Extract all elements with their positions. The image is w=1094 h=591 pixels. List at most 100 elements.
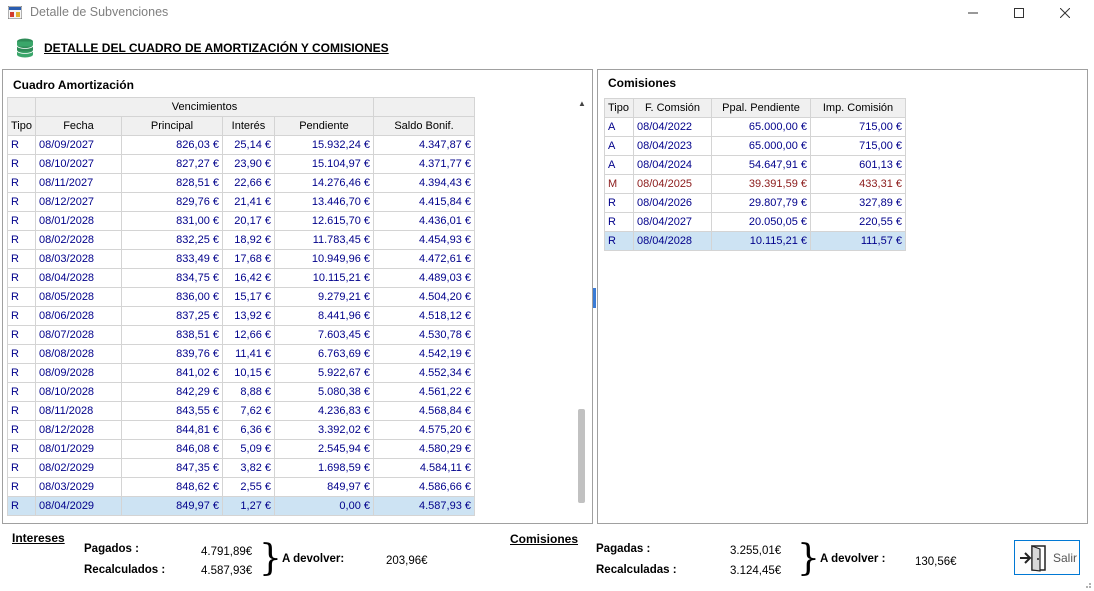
table-cell: 4.575,20 € xyxy=(373,420,475,440)
table-cell: 08/04/2022 xyxy=(633,117,712,137)
table-row[interactable]: R 08/01/2029 846,08 €5,09 €2.545,94 €4.580… xyxy=(7,439,475,459)
comisiones-title: Comisiones xyxy=(608,76,677,90)
table-cell: 1.698,59 € xyxy=(274,458,374,478)
table-cell: 54.647,91 € xyxy=(711,155,811,175)
table-cell: 827,27 € xyxy=(121,154,223,174)
table-row[interactable]: R 08/11/2027 828,51 €22,66 €14.276,46 €4.3… xyxy=(7,173,475,193)
minimize-button[interactable] xyxy=(950,0,996,26)
table-cell: 0,00 € xyxy=(274,496,374,516)
table-row[interactable]: R 08/10/2028 842,29 €8,88 €5.080,38 €4.561… xyxy=(7,382,475,402)
table-cell: 4.552,34 € xyxy=(373,363,475,383)
table-cell: 08/08/2028 xyxy=(35,344,122,364)
table-cell: 18,92 € xyxy=(222,230,275,250)
table-row[interactable]: R 08/09/2027 826,03 €25,14 €15.932,24 €4.3… xyxy=(7,135,475,155)
scroll-up-arrow-icon[interactable]: ▲ xyxy=(576,98,588,110)
column-header-inter-s[interactable]: Interés xyxy=(222,116,275,136)
table-cell: 4.472,61 € xyxy=(373,249,475,269)
column-header-imp-comisi-n[interactable]: Imp. Comisión xyxy=(810,98,906,118)
table-row[interactable]: R 08/11/2028 843,55 €7,62 €4.236,83 €4.568… xyxy=(7,401,475,421)
table-cell: R xyxy=(7,363,36,383)
table-cell: R xyxy=(7,401,36,421)
comisiones-devolver-label: A devolver : xyxy=(820,553,886,565)
column-header-tipo[interactable]: Tipo xyxy=(7,116,36,136)
table-cell: 4.347,87 € xyxy=(373,135,475,155)
table-cell: 848,62 € xyxy=(121,477,223,497)
column-header-saldo-bonif[interactable]: Saldo Bonif. xyxy=(373,116,475,136)
table-cell: 433,31 € xyxy=(810,174,906,194)
close-button[interactable] xyxy=(1042,0,1088,26)
column-header-principal[interactable]: Principal xyxy=(121,116,223,136)
table-cell: 846,08 € xyxy=(121,439,223,459)
table-row[interactable]: R 08/03/2029 848,62 €2,55 €849,97 €4.586,6… xyxy=(7,477,475,497)
table-cell: 08/10/2028 xyxy=(35,382,122,402)
column-header-f-comsi-n[interactable]: F. Comsión xyxy=(633,98,712,118)
table-cell: 4.415,84 € xyxy=(373,192,475,212)
table-cell: R xyxy=(604,231,634,251)
column-header-pendiente[interactable]: Pendiente xyxy=(274,116,374,136)
table-cell: 4.436,01 € xyxy=(373,211,475,231)
table-row[interactable]: M 08/04/2025 39.391,59 €433,31 € xyxy=(604,174,906,194)
app-icon xyxy=(8,6,22,19)
table-row[interactable]: R 08/04/2026 29.807,79 €327,89 € xyxy=(604,193,906,213)
table-cell: R xyxy=(7,420,36,440)
table-cell: 08/10/2027 xyxy=(35,154,122,174)
table-cell: 08/12/2027 xyxy=(35,192,122,212)
amortization-title: Cuadro Amortización xyxy=(13,78,134,92)
table-row[interactable]: R 08/02/2029 847,35 €3,82 €1.698,59 €4.584… xyxy=(7,458,475,478)
table-cell: 20,17 € xyxy=(222,211,275,231)
table-cell: 6.763,69 € xyxy=(274,344,374,364)
table-cell: 7,62 € xyxy=(222,401,275,421)
table-cell: 4.489,03 € xyxy=(373,268,475,288)
table-cell: 08/09/2028 xyxy=(35,363,122,383)
table-cell: 829,76 € xyxy=(121,192,223,212)
table-row[interactable]: R 08/02/2028 832,25 €18,92 €11.783,45 €4.4… xyxy=(7,230,475,250)
table-cell: 15.104,97 € xyxy=(274,154,374,174)
table-row[interactable]: R 08/08/2028 839,76 €11,41 €6.763,69 €4.54… xyxy=(7,344,475,364)
table-cell: 14.276,46 € xyxy=(274,173,374,193)
column-header-ppal-pendiente[interactable]: Ppal. Pendiente xyxy=(711,98,811,118)
table-cell: R xyxy=(7,382,36,402)
table-row[interactable]: R 08/06/2028 837,25 €13,92 €8.441,96 €4.51… xyxy=(7,306,475,326)
resize-grip-icon[interactable] xyxy=(1082,579,1092,589)
column-header-tipo[interactable]: Tipo xyxy=(604,98,634,118)
table-cell: R xyxy=(7,154,36,174)
table-cell: 828,51 € xyxy=(121,173,223,193)
table-row[interactable]: A 08/04/2022 65.000,00 €715,00 € xyxy=(604,117,906,137)
exit-button[interactable]: Salir xyxy=(1014,540,1080,575)
table-row[interactable]: R 08/05/2028 836,00 €15,17 €9.279,21 €4.50… xyxy=(7,287,475,307)
column-header-fecha[interactable]: Fecha xyxy=(35,116,122,136)
table-cell: 08/04/2024 xyxy=(633,155,712,175)
close-icon xyxy=(1060,8,1070,18)
table-cell: 6,36 € xyxy=(222,420,275,440)
table-row[interactable]: R 08/01/2028 831,00 €20,17 €12.615,70 €4.4… xyxy=(7,211,475,231)
table-row[interactable]: R 08/04/2027 20.050,05 €220,55 € xyxy=(604,212,906,232)
table-row[interactable]: R 08/12/2028 844,81 €6,36 €3.392,02 €4.575… xyxy=(7,420,475,440)
maximize-button[interactable] xyxy=(996,0,1042,26)
table-row[interactable]: R 08/10/2027 827,27 €23,90 €15.104,97 €4.3… xyxy=(7,154,475,174)
panel-splitter[interactable] xyxy=(593,288,596,308)
table-row[interactable]: A 08/04/2024 54.647,91 €601,13 € xyxy=(604,155,906,175)
table-cell: 2,55 € xyxy=(222,477,275,497)
table-row[interactable]: R 08/07/2028 838,51 €12,66 €7.603,45 €4.53… xyxy=(7,325,475,345)
table-row[interactable]: R 08/04/2028 10.115,21 €111,57 € xyxy=(604,231,906,251)
table-cell: 08/04/2028 xyxy=(633,231,712,251)
table-cell: 08/04/2029 xyxy=(35,496,122,516)
scroll-thumb[interactable] xyxy=(578,409,585,503)
table-row[interactable]: R 08/03/2028 833,49 €17,68 €10.949,96 €4.4… xyxy=(7,249,475,269)
amortization-scrollbar[interactable]: ▲ xyxy=(576,98,588,518)
table-cell: 843,55 € xyxy=(121,401,223,421)
amortization-table[interactable]: Vencimientos Tipo Fecha Principal Interés Pe… xyxy=(7,97,475,516)
group-header-vencimientos: Vencimientos xyxy=(35,97,374,117)
table-row[interactable]: R 08/04/2029 849,97 €1,27 €0,00 €4.587,93 … xyxy=(7,496,475,516)
table-row[interactable]: A 08/04/2023 65.000,00 €715,00 € xyxy=(604,136,906,156)
table-cell: 841,02 € xyxy=(121,363,223,383)
comisiones-table[interactable]: Tipo F. Comsión Ppal. Pendiente Imp. Comisi… xyxy=(604,98,906,251)
table-cell: R xyxy=(604,212,634,232)
table-row[interactable]: R 08/09/2028 841,02 €10,15 €5.922,67 €4.55… xyxy=(7,363,475,383)
table-cell: 836,00 € xyxy=(121,287,223,307)
table-cell: R xyxy=(7,268,36,288)
table-row[interactable]: R 08/04/2028 834,75 €16,42 €10.115,21 €4.4… xyxy=(7,268,475,288)
table-row[interactable]: R 08/12/2027 829,76 €21,41 €13.446,70 €4.4… xyxy=(7,192,475,212)
table-cell: R xyxy=(604,193,634,213)
table-cell: 08/11/2028 xyxy=(35,401,122,421)
